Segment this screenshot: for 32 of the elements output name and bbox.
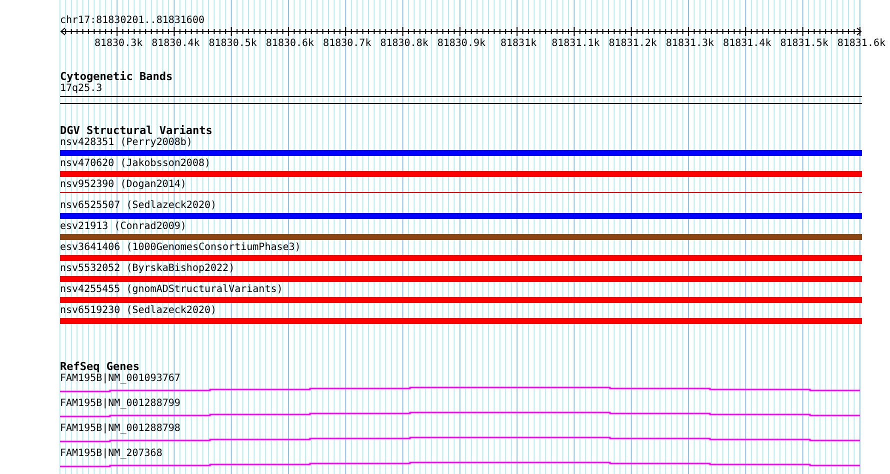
ruler-tick-label: 81831.3k — [666, 38, 714, 50]
ruler-tick-label: 81830.4k — [152, 38, 200, 50]
variant-label: nsv6525507 (Sedlazeck2020) — [60, 200, 217, 212]
variant-label: esv21913 (Conrad2009) — [60, 221, 186, 233]
ruler-tick-label: 81830.8k — [380, 38, 428, 50]
track-title: DGV Structural Variants — [60, 125, 212, 137]
ruler-tick-label: 81830.6k — [266, 38, 314, 50]
variant-label: nsv470620 (Jakobsson2008) — [60, 158, 211, 170]
variant-label: nsv428351 (Perry2008b) — [60, 137, 192, 149]
ruler-tick-label: 81831k — [500, 38, 537, 50]
location-label: chr17:81830201..81831600 — [60, 15, 204, 27]
track-title: RefSeq Genes — [60, 361, 140, 373]
variant-label: esv3641406 (1000GenomesConsortiumPhase3) — [60, 242, 301, 254]
ruler-tick-label: 81831.5k — [780, 38, 828, 50]
ruler-tick-label: 81830.3k — [94, 38, 143, 50]
ruler-tick-label: 81830.5k — [208, 38, 257, 50]
track-title: Cytogenetic Bands — [60, 71, 173, 83]
gene-label: FAM195B|NM_001093767 — [60, 373, 180, 385]
variant-label: nsv6519230 (Sedlazeck2020) — [60, 305, 217, 317]
ruler-tick-label: 81830.7k — [323, 38, 372, 50]
ruler-tick-label: 81831.6k — [837, 38, 886, 50]
gene-label: FAM195B|NM_001288798 — [60, 423, 180, 435]
gene-label: FAM195B|NM_001288799 — [60, 398, 180, 410]
ruler-tick-label: 81831.2k — [608, 38, 657, 50]
variant-label: nsv952390 (Dogan2014) — [60, 179, 186, 191]
ruler-tick-label: 81830.9k — [437, 38, 486, 50]
gene-label: FAM195B|NM_207368 — [60, 448, 162, 460]
ruler-tick-label: 81831.1k — [552, 38, 600, 50]
variant-label: nsv4255455 (gnomADStructuralVariants) — [60, 284, 283, 296]
variant-label: nsv5532052 (ByrskaBishop2022) — [60, 263, 235, 275]
ruler-tick-label: 81831.4k — [723, 38, 772, 50]
band-label: 17q25.3 — [60, 83, 102, 95]
